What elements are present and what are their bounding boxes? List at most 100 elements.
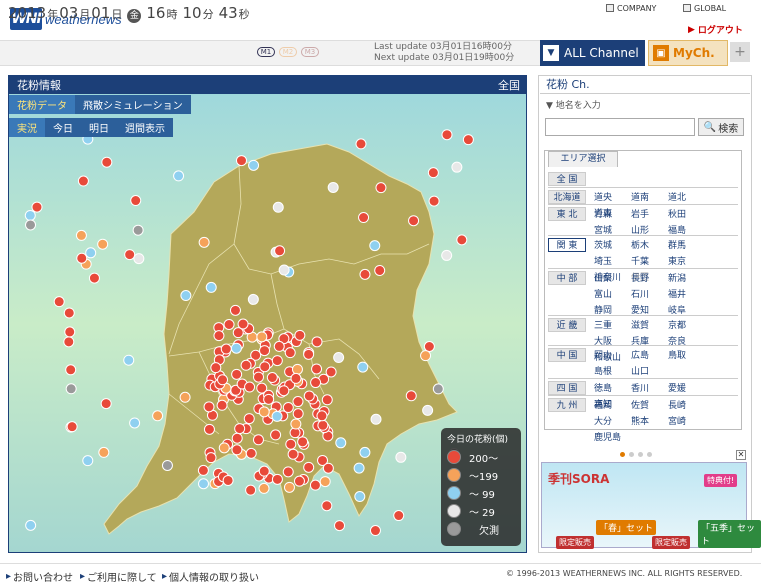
pollen-marker[interactable] — [310, 377, 322, 389]
prefecture-link[interactable]: 群馬 — [668, 238, 705, 254]
pollen-marker[interactable] — [420, 350, 432, 362]
pollen-marker[interactable] — [282, 466, 294, 478]
pollen-marker[interactable] — [422, 404, 434, 416]
pollen-marker[interactable] — [316, 410, 328, 422]
pollen-marker[interactable] — [272, 201, 284, 213]
pollen-marker[interactable] — [321, 394, 333, 406]
pollen-marker[interactable] — [210, 362, 222, 374]
prefecture-link[interactable]: 鹿児島 — [594, 430, 631, 446]
prefecture-link[interactable]: 愛知 — [631, 303, 668, 319]
prefecture-link[interactable]: 岡山 — [594, 348, 631, 364]
prefecture-link[interactable]: 岐阜 — [668, 303, 705, 319]
pollen-marker[interactable] — [309, 479, 321, 491]
pollen-marker[interactable] — [271, 473, 283, 485]
pollen-marker[interactable] — [294, 329, 306, 341]
region-button[interactable]: 中 部 — [548, 271, 586, 285]
tab-pollen-data[interactable]: 花粉データ — [9, 95, 75, 114]
pollen-marker[interactable] — [335, 437, 347, 449]
banner-close-icon[interactable]: ✕ — [736, 450, 746, 460]
prefecture-link[interactable]: 青森 — [594, 207, 631, 223]
pollen-marker[interactable] — [222, 474, 234, 486]
pollen-marker[interactable] — [297, 436, 309, 448]
pollen-marker[interactable] — [161, 459, 173, 471]
pollen-marker[interactable] — [203, 423, 215, 435]
pollen-marker[interactable] — [359, 268, 371, 280]
pollen-marker[interactable] — [333, 352, 345, 364]
pollen-marker[interactable] — [65, 364, 77, 376]
pollen-marker[interactable] — [248, 159, 260, 171]
pollen-marker[interactable] — [270, 429, 282, 441]
company-link[interactable]: COMPANY — [606, 2, 656, 14]
pollen-marker[interactable] — [97, 238, 109, 250]
prefecture-link[interactable]: 長野 — [631, 271, 668, 287]
pollen-marker[interactable] — [322, 462, 334, 474]
prefecture-link[interactable]: 滋賀 — [631, 318, 668, 334]
add-channel-button[interactable]: + — [730, 42, 750, 62]
pollen-marker[interactable] — [369, 525, 381, 537]
pollen-marker[interactable] — [271, 410, 283, 422]
prefecture-link[interactable]: 宮城 — [594, 223, 631, 239]
pollen-marker[interactable] — [278, 264, 290, 276]
pollen-marker[interactable] — [133, 253, 145, 265]
pollen-marker[interactable] — [319, 476, 331, 488]
prefecture-link[interactable]: 山形 — [631, 223, 668, 239]
region-button[interactable]: 九 州 — [548, 398, 586, 412]
tab-actual[interactable]: 実況 — [9, 118, 45, 137]
pollen-marker[interactable] — [75, 229, 87, 241]
pager-dot[interactable] — [647, 452, 652, 457]
prefecture-link[interactable]: 宮崎 — [668, 414, 705, 430]
pollen-marker[interactable] — [173, 170, 185, 182]
footer-link-privacy[interactable]: ▸ 個人情報の取り扱い — [162, 569, 259, 584]
prefecture-link[interactable]: 岩手 — [631, 207, 668, 223]
pollen-marker[interactable] — [223, 319, 235, 331]
pollen-marker[interactable] — [334, 520, 346, 532]
prefecture-link[interactable]: 福島 — [668, 223, 705, 239]
pollen-marker[interactable] — [65, 383, 77, 395]
pollen-marker[interactable] — [64, 326, 76, 338]
place-search-input[interactable] — [545, 118, 695, 136]
prefecture-link[interactable]: 富山 — [594, 287, 631, 303]
prefecture-link[interactable]: 山梨 — [594, 271, 631, 287]
pollen-marker[interactable] — [245, 484, 257, 496]
pollen-marker[interactable] — [303, 390, 315, 402]
pollen-marker[interactable] — [359, 446, 371, 458]
pollen-marker[interactable] — [230, 342, 242, 354]
prefecture-link[interactable]: 茨城 — [594, 238, 631, 254]
pollen-marker[interactable] — [303, 348, 315, 360]
pollen-marker[interactable] — [218, 442, 230, 454]
pollen-marker[interactable] — [355, 138, 367, 150]
pollen-marker[interactable] — [247, 293, 259, 305]
pollen-marker[interactable] — [428, 195, 440, 207]
pollen-marker[interactable] — [266, 372, 278, 384]
pollen-marker[interactable] — [129, 417, 141, 429]
logout-link[interactable]: ▶ ログアウト — [688, 23, 743, 37]
pollen-marker[interactable] — [258, 465, 270, 477]
pollen-marker[interactable] — [258, 482, 270, 494]
prefecture-link[interactable]: 石川 — [631, 287, 668, 303]
pollen-marker[interactable] — [31, 201, 43, 213]
my-channel-tab[interactable]: ▣ MyCh. — [648, 40, 728, 66]
tab-dispersal-simulation[interactable]: 飛散シミュレーション — [75, 95, 191, 114]
pollen-marker[interactable] — [205, 452, 217, 464]
pollen-marker[interactable] — [243, 413, 255, 425]
pollen-marker[interactable] — [259, 361, 271, 373]
pollen-marker[interactable] — [235, 155, 247, 167]
pollen-marker[interactable] — [285, 438, 297, 450]
pollen-marker[interactable] — [374, 264, 386, 276]
pollen-marker[interactable] — [451, 161, 463, 173]
all-channel-tab[interactable]: ▼ ALL Channel — [540, 40, 645, 66]
pollen-marker[interactable] — [311, 363, 323, 375]
pollen-marker[interactable] — [287, 448, 299, 460]
pollen-marker[interactable] — [85, 247, 97, 259]
pollen-marker[interactable] — [405, 390, 417, 402]
pollen-marker[interactable] — [293, 475, 305, 487]
pollen-marker[interactable] — [258, 406, 270, 418]
pollen-marker[interactable] — [282, 402, 294, 414]
pollen-marker[interactable] — [203, 401, 215, 413]
pollen-marker[interactable] — [229, 304, 241, 316]
pollen-marker[interactable] — [152, 410, 164, 422]
pollen-marker[interactable] — [180, 290, 192, 302]
pollen-marker[interactable] — [353, 462, 365, 474]
pollen-marker[interactable] — [327, 181, 339, 193]
pollen-marker[interactable] — [132, 224, 144, 236]
